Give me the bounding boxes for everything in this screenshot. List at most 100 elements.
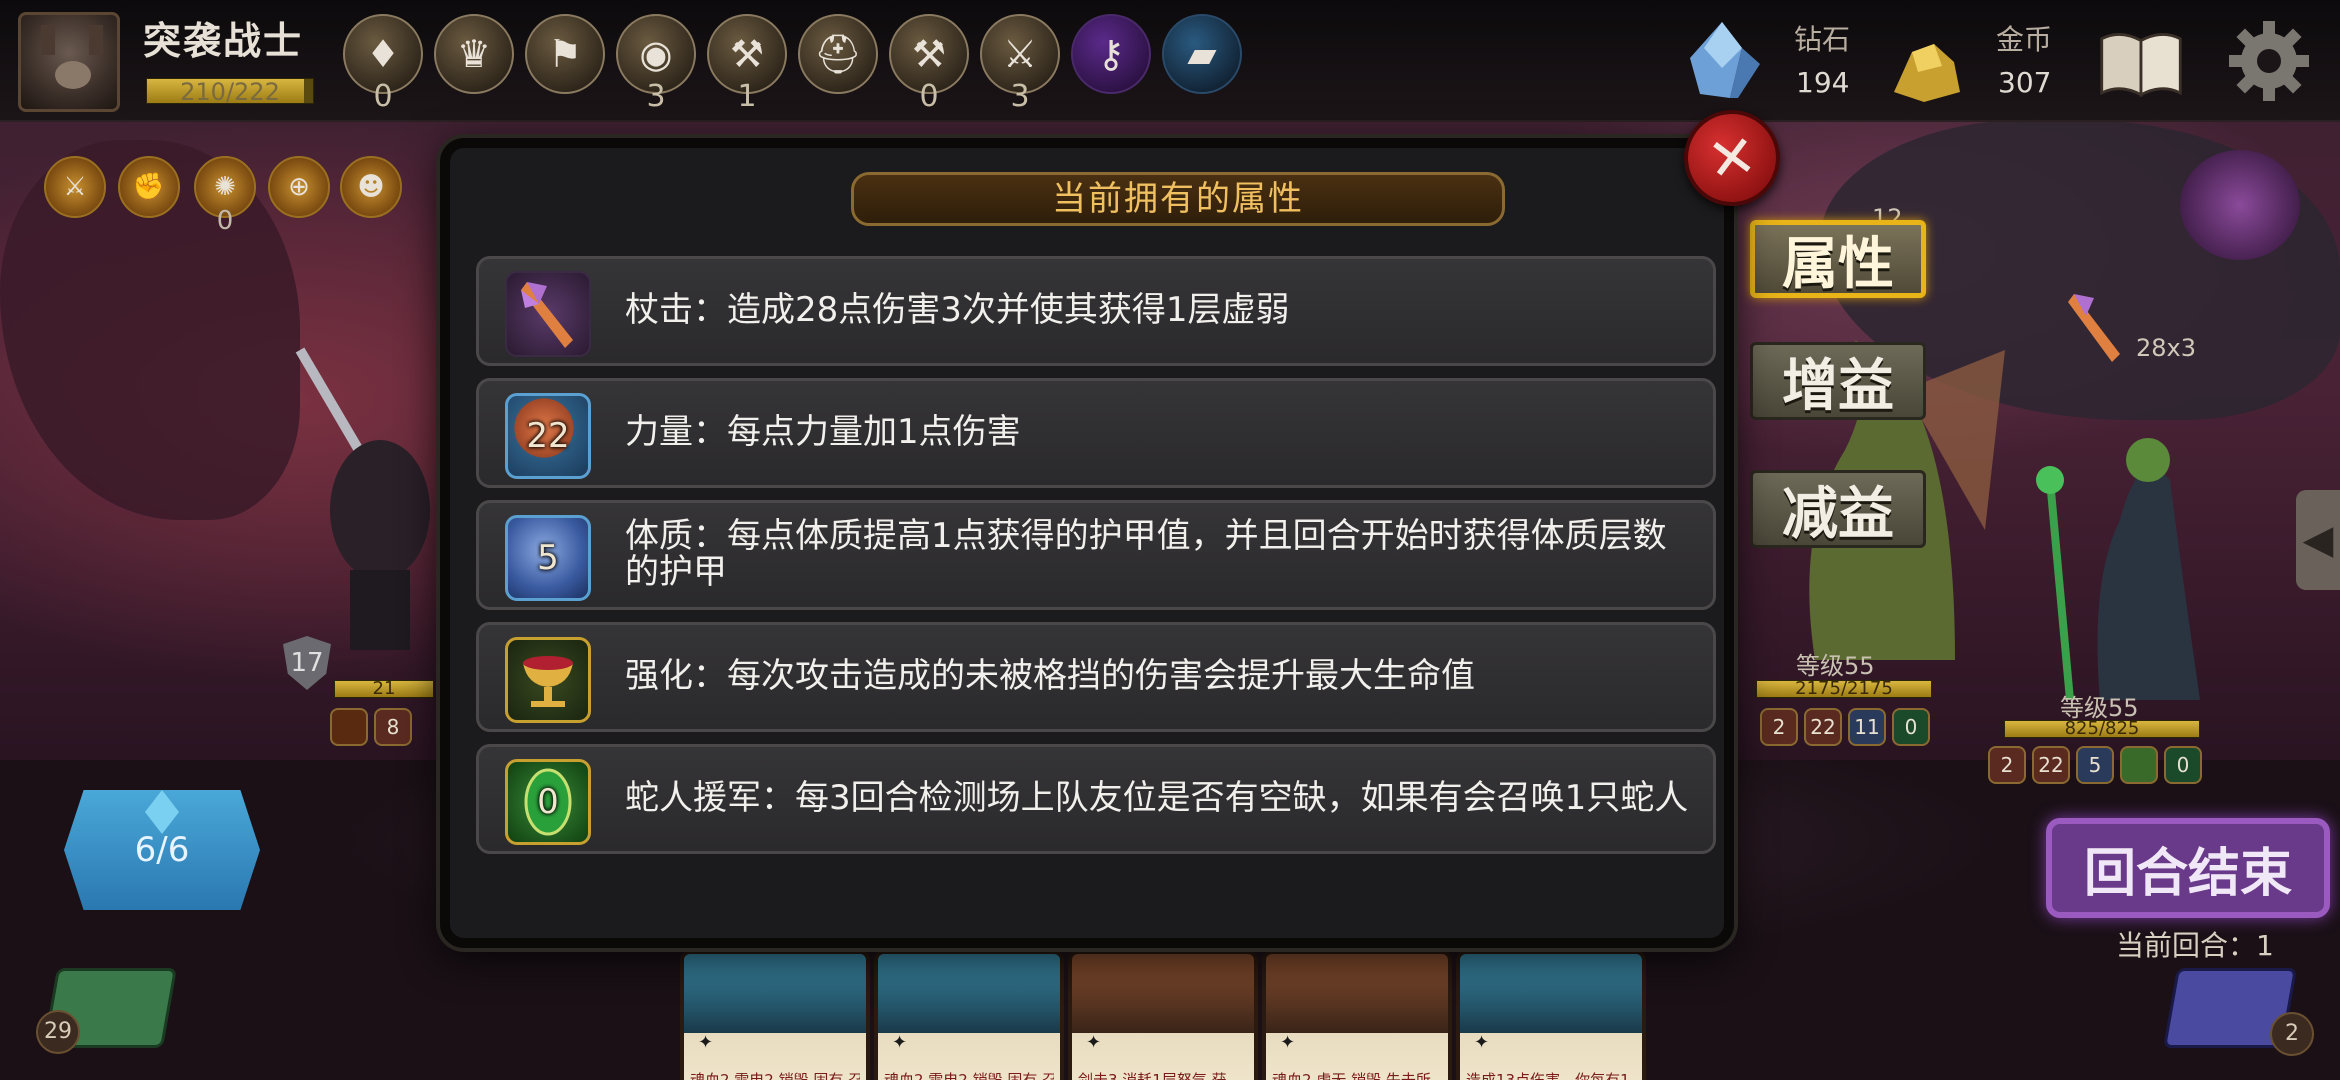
player-hp-bar: 21	[334, 680, 434, 698]
hand-card[interactable]: ✦ 剑击3 消耗1层怒气 获	[1068, 950, 1258, 1080]
hero-hp-text: 210/222	[180, 78, 280, 106]
amulet-icon: ♦	[365, 32, 401, 76]
tab-0[interactable]: 属性	[1750, 220, 1926, 298]
attribute-row: 杖击：造成28点伤害3次并使其获得1层虚弱	[476, 256, 1716, 366]
snake-egg-icon: 0	[505, 759, 591, 845]
relic-2[interactable]: ⚑	[525, 14, 605, 94]
discard-pile-count: 2	[2270, 1012, 2314, 1056]
gold-label: 金币	[1996, 23, 2053, 56]
attribute-row: 22 力量：每点力量加1点伤害	[476, 378, 1716, 488]
relic-4[interactable]: ⚒ 1	[707, 14, 787, 114]
expand-panel-button[interactable]: ◀	[2296, 490, 2340, 590]
relic-0[interactable]: ♦ 0	[343, 14, 423, 114]
player-status-strength: 8	[374, 708, 412, 746]
card-type-icon: ✦	[698, 1032, 714, 1053]
strength-buff-icon: ✊	[132, 172, 166, 202]
attribute-description: 杖击：造成28点伤害3次并使其获得1层虚弱	[625, 290, 1290, 331]
player-status-row: 8	[330, 708, 412, 746]
sword-buff-icon: ⚔	[63, 172, 87, 202]
relic-count: 0	[919, 79, 939, 114]
enemy-2-status-row: 2 22 5 0	[1988, 746, 2202, 784]
dark-crack	[2180, 150, 2300, 260]
book-icon: ▰	[1187, 32, 1217, 76]
codex-book-button[interactable]	[2098, 20, 2184, 106]
attribute-row: 0 蛇人援军：每3回合检测场上队友位是否有空缺，如果有会召唤1只蛇人	[476, 744, 1716, 854]
end-turn-button[interactable]: 回合结束	[2046, 818, 2330, 918]
relic-6[interactable]: ⚒ 0	[889, 14, 969, 114]
crossed-swords-icon: ⚔	[1002, 32, 1038, 76]
hand-card[interactable]: ✦ 造成13点伤害，你每有1	[1456, 950, 1646, 1080]
hammer-icon: ⚒	[911, 32, 947, 76]
relic-3[interactable]: ◉ 3	[616, 14, 696, 114]
attribute-description: 体质：每点体质提高1点获得的护甲值，并且回合开始时获得体质层数的护甲	[625, 516, 1667, 592]
modal-title: 当前拥有的属性	[851, 172, 1505, 226]
attribute-description: 强化：每次攻击造成的未被格挡的伤害会提升最大生命值	[625, 656, 1475, 697]
hand-card[interactable]: ✦ 魂血2.虚无.销毁.失去所	[1262, 950, 1452, 1080]
player-buff-0[interactable]: ⚔	[44, 156, 106, 218]
enemy-1-status-row: 2 22 11 0	[1760, 708, 1930, 746]
relic-5[interactable]: ⛑	[798, 14, 878, 94]
attribute-value: 5	[537, 538, 559, 578]
attributes-modal: 当前拥有的属性 杖击：造成28点伤害3次并使其获得1层虚弱 22 力量：每点力量加1…	[440, 138, 1734, 948]
card-hand: ✦ 魂血2.雷电2.销毁.固有.召 ✦ 魂血2.雷电2.销毁.固有.召 ✦ 剑击3 消耗1…	[680, 950, 1646, 1080]
hero-name: 突袭战士	[143, 19, 304, 63]
relic-count: 1	[737, 79, 757, 114]
enemy-2-status: 2	[1988, 746, 2026, 784]
hero-portrait[interactable]	[18, 12, 120, 112]
player-buff-3[interactable]: ⊕	[268, 156, 330, 218]
relic-count: 0	[373, 79, 393, 114]
helmet-icon: ⛑	[813, 31, 863, 76]
axe-icon: ⚒	[729, 32, 765, 76]
relic-1[interactable]: ♛	[434, 14, 514, 94]
player-character	[295, 347, 430, 650]
globe-buff-icon: ⊕	[288, 172, 310, 202]
card-type-icon: ✦	[1474, 1032, 1490, 1053]
enemy-2-intent-staff-icon	[2068, 294, 2120, 362]
card-text: 造成13点伤害，你每有1	[1466, 1071, 1630, 1080]
enemy-2-hp: 825/825	[2004, 720, 2200, 738]
player-buff-2[interactable]: ✺ 0	[194, 156, 256, 236]
crown-icon: ♛	[456, 32, 492, 76]
chalice-icon	[505, 637, 591, 723]
gear-icon	[2229, 21, 2309, 101]
gold-value: 307	[1998, 66, 2052, 99]
hand-card[interactable]: ✦ 魂血2.雷电2.销毁.固有.召	[680, 950, 870, 1080]
enemy-2-status: 5	[2076, 746, 2114, 784]
hero-hp-bar: 210/222	[146, 78, 314, 106]
card-type-icon: ✦	[1280, 1032, 1296, 1053]
portrait-ears	[41, 25, 103, 55]
enemy-1-status: 0	[1892, 708, 1930, 746]
enemy-1-status: 11	[1848, 708, 1886, 746]
diamond-label: 钻石	[1794, 23, 1851, 56]
relic-8[interactable]: ⚷	[1071, 14, 1151, 94]
card-text: 剑击3 消耗1层怒气 获	[1078, 1071, 1227, 1080]
attribute-description: 蛇人援军：每3回合检测场上队友位是否有空缺，如果有会召唤1只蛇人	[625, 778, 1689, 819]
player-buff-1[interactable]: ✊	[118, 156, 180, 218]
diamond-value: 194	[1796, 66, 1850, 99]
settings-button[interactable]	[2226, 18, 2312, 104]
head-buff-icon: ☻	[357, 172, 385, 202]
enemy-1-status: 2	[1760, 708, 1798, 746]
card-text: 魂血2.虚无.销毁.失去所	[1272, 1071, 1431, 1080]
hand-card[interactable]: ✦ 魂血2.雷电2.销毁.固有.召	[874, 950, 1064, 1080]
player-buff-4[interactable]: ☻	[340, 156, 402, 218]
relic-bar: ♦ 0 ♛ ⚑ ◉ 3 ⚒ 1 ⛑ ⚒ 0 ⚔ 3 ⚷ ▰	[343, 14, 1242, 114]
gold-icon	[1894, 44, 1960, 102]
tab-2[interactable]: 减益	[1750, 470, 1926, 548]
eye-icon: ◉	[639, 32, 673, 76]
relic-7[interactable]: ⚔ 3	[980, 14, 1060, 114]
relic-count: 3	[646, 79, 666, 114]
banner-icon: ⚑	[547, 32, 583, 76]
draw-pile-count: 29	[36, 1010, 80, 1054]
diamond-icon	[1690, 22, 1760, 98]
card-text: 魂血2.雷电2.销毁.固有.召	[884, 1071, 1054, 1080]
player-status-fire	[330, 708, 368, 746]
attribute-row: 强化：每次攻击造成的未被格挡的伤害会提升最大生命值	[476, 622, 1716, 732]
tab-1[interactable]: 增益	[1750, 342, 1926, 420]
attribute-value: 0	[537, 782, 559, 822]
enemy-2-status	[2120, 746, 2158, 784]
card-type-icon: ✦	[1086, 1032, 1102, 1053]
staff-strike-icon	[505, 271, 591, 357]
relic-9[interactable]: ▰	[1162, 14, 1242, 94]
naga-mage-enemy	[2036, 438, 2200, 700]
